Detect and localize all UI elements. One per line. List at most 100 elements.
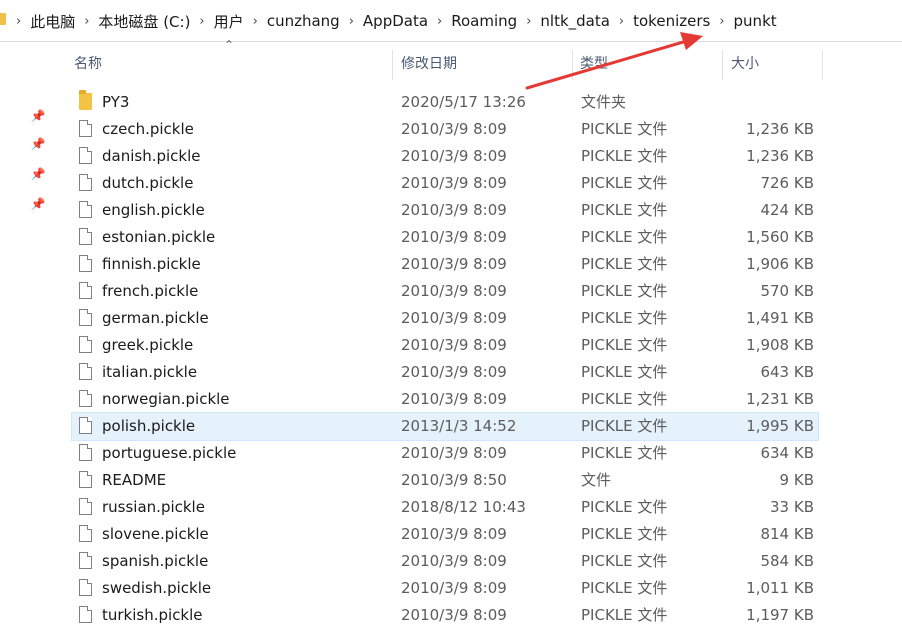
file-size: 1,231 KB [746, 390, 814, 408]
file-date-modified: 2010/3/9 8:09 [401, 390, 507, 408]
address-bar[interactable]: › 此电脑 › 本地磁盘 (C:) › 用户 › cunzhang › AppData › Roami… [0, 0, 902, 42]
file-type: PICKLE 文件 [581, 309, 668, 327]
chevron-right-icon[interactable]: › [617, 14, 626, 29]
file-size: 726 KB [760, 174, 814, 192]
file-size: 9 KB [779, 471, 814, 489]
breadcrumb-item[interactable]: Roaming [444, 12, 524, 30]
breadcrumb-item[interactable]: 用户 [207, 11, 251, 32]
file-row[interactable]: czech.pickle 2010/3/9 8:09 PICKLE 文件 1,236 … [72, 116, 818, 143]
file-type: PICKLE 文件 [581, 390, 668, 408]
file-row[interactable]: swedish.pickle 2010/3/9 8:09 PICKLE 文件 1,01… [72, 575, 818, 602]
chevron-right-icon[interactable]: › [524, 14, 533, 29]
chevron-right-icon[interactable]: › [14, 14, 23, 29]
file-row[interactable]: PY3 2020/5/17 13:26 文件夹 [72, 89, 818, 116]
file-size: 584 KB [760, 552, 814, 570]
pin-icon[interactable]: 📌 [28, 164, 48, 184]
breadcrumb: › 此电脑 › 本地磁盘 (C:) › 用户 › cunzhang › AppData › Roami… [14, 0, 784, 42]
file-row[interactable]: german.pickle 2010/3/9 8:09 PICKLE 文件 1,491… [72, 305, 818, 332]
file-row[interactable]: estonian.pickle 2010/3/9 8:09 PICKLE 文件 1,5… [72, 224, 818, 251]
chevron-right-icon[interactable]: › [82, 14, 91, 29]
file-type: PICKLE 文件 [581, 147, 668, 165]
file-size: 1,995 KB [746, 417, 814, 435]
file-type: PICKLE 文件 [581, 417, 668, 435]
file-row[interactable]: english.pickle 2010/3/9 8:09 PICKLE 文件 424 … [72, 197, 818, 224]
file-row[interactable]: slovene.pickle 2010/3/9 8:09 PICKLE 文件 814 … [72, 521, 818, 548]
file-type: PICKLE 文件 [581, 552, 668, 570]
file-size: 643 KB [760, 363, 814, 381]
file-date-modified: 2010/3/9 8:09 [401, 363, 507, 381]
file-type: PICKLE 文件 [581, 525, 668, 543]
file-row[interactable]: polish.pickle 2013/1/3 14:52 PICKLE 文件 1,99… [71, 412, 819, 441]
file-row[interactable]: danish.pickle 2010/3/9 8:09 PICKLE 文件 1,236… [72, 143, 818, 170]
column-divider[interactable] [822, 50, 823, 80]
file-name: german.pickle [102, 309, 209, 327]
file-icon [79, 174, 92, 191]
file-name: italian.pickle [102, 363, 198, 381]
file-name: czech.pickle [102, 120, 194, 138]
column-divider[interactable] [392, 50, 393, 80]
file-date-modified: 2010/3/9 8:09 [401, 228, 507, 246]
column-size-header[interactable]: 大小 [731, 44, 759, 84]
pin-icon[interactable]: 📌 [28, 106, 48, 126]
file-type: PICKLE 文件 [581, 606, 668, 624]
breadcrumb-item[interactable]: 此电脑 [23, 11, 82, 32]
file-size: 1,491 KB [746, 309, 814, 327]
file-size: 570 KB [760, 282, 814, 300]
file-date-modified: 2010/3/9 8:09 [401, 336, 507, 354]
file-date-modified: 2010/3/9 8:50 [401, 471, 507, 489]
breadcrumb-item[interactable]: punkt [727, 12, 784, 30]
file-size: 1,236 KB [746, 147, 814, 165]
file-size: 33 KB [770, 498, 814, 516]
file-date-modified: 2010/3/9 8:09 [401, 174, 507, 192]
file-date-modified: 2020/5/17 13:26 [401, 93, 526, 111]
column-type-header[interactable]: 类型 [580, 44, 608, 84]
column-divider[interactable] [572, 50, 573, 80]
chevron-right-icon[interactable]: › [197, 14, 206, 29]
file-name: norwegian.pickle [102, 390, 230, 408]
file-name: README [102, 471, 167, 489]
file-icon [79, 363, 92, 380]
pin-icon[interactable]: 📌 [28, 194, 48, 214]
chevron-right-icon[interactable]: › [347, 14, 356, 29]
breadcrumb-item[interactable]: cunzhang [260, 12, 347, 30]
column-header: ⌃ 名称 修改日期 类型 大小 [70, 38, 830, 84]
column-divider[interactable] [722, 50, 723, 80]
file-icon [79, 255, 92, 272]
file-type: PICKLE 文件 [581, 120, 668, 138]
chevron-right-icon[interactable]: › [435, 14, 444, 29]
file-type: PICKLE 文件 [581, 363, 668, 381]
file-name: french.pickle [102, 282, 199, 300]
file-row[interactable]: greek.pickle 2010/3/9 8:09 PICKLE 文件 1,908 … [72, 332, 818, 359]
pin-icon[interactable]: 📌 [28, 134, 48, 154]
breadcrumb-item[interactable]: nltk_data [533, 12, 617, 30]
file-icon [79, 417, 92, 434]
breadcrumb-item[interactable]: 本地磁盘 (C:) [91, 11, 197, 32]
column-name-header[interactable]: 名称 [74, 44, 102, 84]
file-row[interactable]: finnish.pickle 2010/3/9 8:09 PICKLE 文件 1,90… [72, 251, 818, 278]
file-type: PICKLE 文件 [581, 255, 668, 273]
file-row[interactable]: french.pickle 2010/3/9 8:09 PICKLE 文件 570 K… [72, 278, 818, 305]
file-icon [79, 309, 92, 326]
file-row[interactable]: russian.pickle 2018/8/12 10:43 PICKLE 文件 33… [72, 494, 818, 521]
file-icon [79, 606, 92, 623]
file-name: english.pickle [102, 201, 205, 219]
file-row[interactable]: portuguese.pickle 2010/3/9 8:09 PICKLE 文件 6… [72, 440, 818, 467]
file-icon [79, 579, 92, 596]
file-icon [79, 552, 92, 569]
file-row[interactable]: README 2010/3/9 8:50 文件 9 KB [72, 467, 818, 494]
column-date-header[interactable]: 修改日期 [401, 44, 457, 84]
file-name: dutch.pickle [102, 174, 194, 192]
file-type: PICKLE 文件 [581, 444, 668, 462]
file-name: spanish.pickle [102, 552, 209, 570]
file-row[interactable]: spanish.pickle 2010/3/9 8:09 PICKLE 文件 584 … [72, 548, 818, 575]
breadcrumb-item[interactable]: AppData [356, 12, 435, 30]
breadcrumb-item[interactable]: tokenizers [626, 12, 717, 30]
chevron-right-icon[interactable]: › [251, 14, 260, 29]
file-size: 424 KB [760, 201, 814, 219]
file-icon [79, 471, 92, 488]
file-row[interactable]: turkish.pickle 2010/3/9 8:09 PICKLE 文件 1,19… [72, 602, 818, 629]
file-row[interactable]: dutch.pickle 2010/3/9 8:09 PICKLE 文件 726 KB [72, 170, 818, 197]
file-row[interactable]: italian.pickle 2010/3/9 8:09 PICKLE 文件 643 … [72, 359, 818, 386]
file-row[interactable]: norwegian.pickle 2010/3/9 8:09 PICKLE 文件 1,… [72, 386, 818, 413]
chevron-right-icon[interactable]: › [717, 14, 726, 29]
